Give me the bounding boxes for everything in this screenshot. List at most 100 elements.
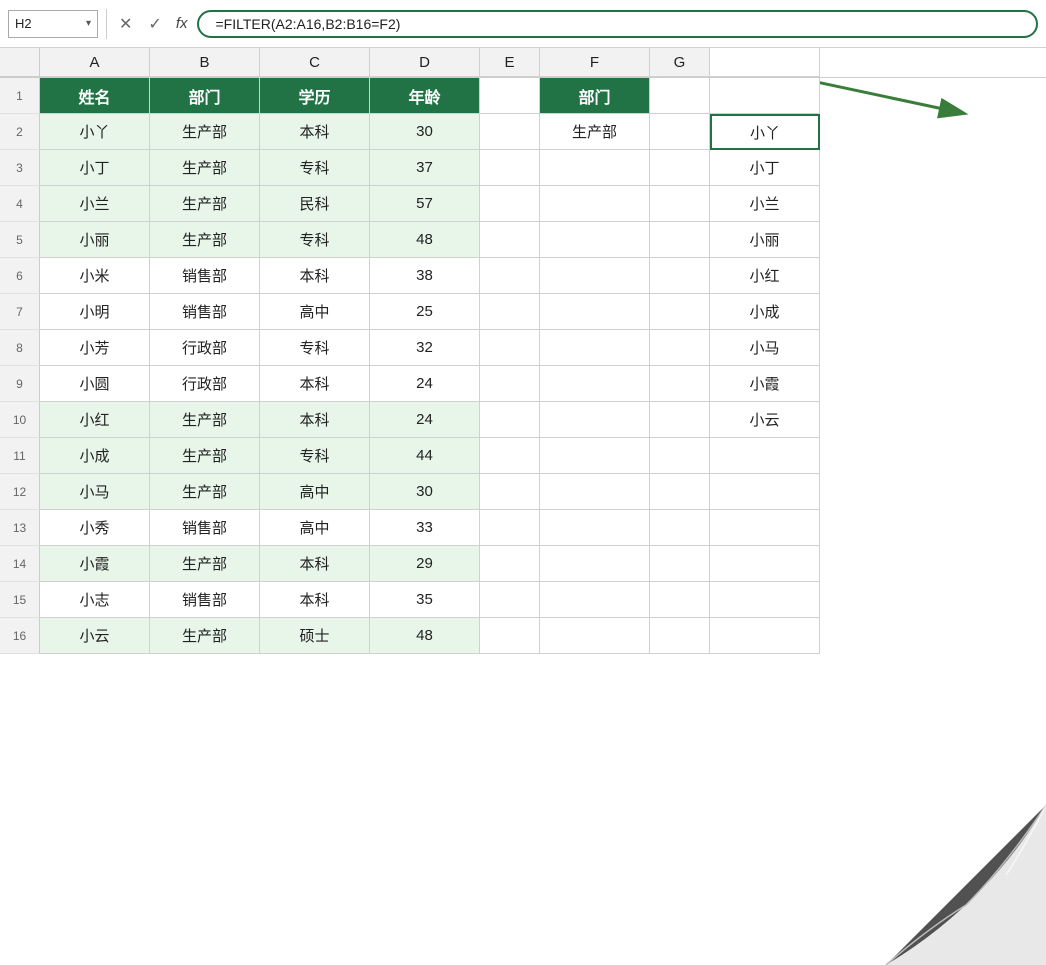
cell-d12[interactable]: 30	[370, 474, 480, 510]
cell-a11[interactable]: 小成	[40, 438, 150, 474]
cell-e4[interactable]	[480, 186, 540, 222]
cell-f5[interactable]	[540, 222, 650, 258]
cancel-icon[interactable]: ✕	[115, 12, 136, 36]
cell-h6[interactable]: 小红	[710, 258, 820, 294]
cell-f12[interactable]	[540, 474, 650, 510]
cell-e3[interactable]	[480, 150, 540, 186]
cell-f13[interactable]	[540, 510, 650, 546]
cell-g7[interactable]	[650, 294, 710, 330]
cell-e6[interactable]	[480, 258, 540, 294]
cell-d4[interactable]: 57	[370, 186, 480, 222]
cell-f16[interactable]	[540, 618, 650, 654]
cell-d11[interactable]: 44	[370, 438, 480, 474]
cell-g12[interactable]	[650, 474, 710, 510]
cell-a1[interactable]: 姓名	[40, 78, 150, 114]
cell-a6[interactable]: 小米	[40, 258, 150, 294]
cell-reference-box[interactable]: H2 ▾	[8, 10, 98, 38]
col-header-d[interactable]: D	[370, 48, 480, 77]
cell-d5[interactable]: 48	[370, 222, 480, 258]
cell-d9[interactable]: 24	[370, 366, 480, 402]
cell-h4[interactable]: 小兰	[710, 186, 820, 222]
cell-f14[interactable]	[540, 546, 650, 582]
cell-d13[interactable]: 33	[370, 510, 480, 546]
cell-h10[interactable]: 小云	[710, 402, 820, 438]
cell-d10[interactable]: 24	[370, 402, 480, 438]
cell-f9[interactable]	[540, 366, 650, 402]
cell-a10[interactable]: 小红	[40, 402, 150, 438]
cell-d7[interactable]: 25	[370, 294, 480, 330]
cell-c12[interactable]: 高中	[260, 474, 370, 510]
cell-c3[interactable]: 专科	[260, 150, 370, 186]
cell-c16[interactable]: 硕士	[260, 618, 370, 654]
cell-b1[interactable]: 部门	[150, 78, 260, 114]
cell-b2[interactable]: 生产部	[150, 114, 260, 150]
dropdown-icon[interactable]: ▾	[86, 18, 91, 29]
cell-g3[interactable]	[650, 150, 710, 186]
cell-b7[interactable]: 销售部	[150, 294, 260, 330]
cell-b11[interactable]: 生产部	[150, 438, 260, 474]
cell-c14[interactable]: 本科	[260, 546, 370, 582]
cell-h8[interactable]: 小马	[710, 330, 820, 366]
cell-f11[interactable]	[540, 438, 650, 474]
cell-g2[interactable]	[650, 114, 710, 150]
cell-b13[interactable]: 销售部	[150, 510, 260, 546]
cell-a9[interactable]: 小圆	[40, 366, 150, 402]
cell-a5[interactable]: 小丽	[40, 222, 150, 258]
cell-c10[interactable]: 本科	[260, 402, 370, 438]
cell-a13[interactable]: 小秀	[40, 510, 150, 546]
cell-b6[interactable]: 销售部	[150, 258, 260, 294]
cell-b8[interactable]: 行政部	[150, 330, 260, 366]
cell-g11[interactable]	[650, 438, 710, 474]
cell-f2[interactable]: 生产部	[540, 114, 650, 150]
cell-f3[interactable]	[540, 150, 650, 186]
cell-e12[interactable]	[480, 474, 540, 510]
cell-d3[interactable]: 37	[370, 150, 480, 186]
cell-g6[interactable]	[650, 258, 710, 294]
cell-a3[interactable]: 小丁	[40, 150, 150, 186]
cell-e10[interactable]	[480, 402, 540, 438]
cell-a7[interactable]: 小明	[40, 294, 150, 330]
cell-c2[interactable]: 本科	[260, 114, 370, 150]
cell-h7[interactable]: 小成	[710, 294, 820, 330]
col-header-g[interactable]: G	[650, 48, 710, 77]
cell-e7[interactable]	[480, 294, 540, 330]
cell-e1[interactable]	[480, 78, 540, 114]
cell-g14[interactable]	[650, 546, 710, 582]
cell-h13[interactable]	[710, 510, 820, 546]
cell-f7[interactable]	[540, 294, 650, 330]
cell-c15[interactable]: 本科	[260, 582, 370, 618]
cell-b4[interactable]: 生产部	[150, 186, 260, 222]
formula-input[interactable]: =FILTER(A2:A16,B2:B16=F2)	[197, 10, 1038, 38]
cell-g1[interactable]	[650, 78, 710, 114]
cell-d14[interactable]: 29	[370, 546, 480, 582]
cell-b10[interactable]: 生产部	[150, 402, 260, 438]
col-header-e[interactable]: E	[480, 48, 540, 77]
col-header-f[interactable]: F	[540, 48, 650, 77]
cell-h12[interactable]	[710, 474, 820, 510]
cell-g15[interactable]	[650, 582, 710, 618]
cell-g9[interactable]	[650, 366, 710, 402]
cell-g16[interactable]	[650, 618, 710, 654]
cell-g13[interactable]	[650, 510, 710, 546]
cell-c8[interactable]: 专科	[260, 330, 370, 366]
cell-f1[interactable]: 部门	[540, 78, 650, 114]
cell-c7[interactable]: 高中	[260, 294, 370, 330]
cell-d16[interactable]: 48	[370, 618, 480, 654]
cell-e14[interactable]	[480, 546, 540, 582]
cell-e2[interactable]	[480, 114, 540, 150]
cell-d15[interactable]: 35	[370, 582, 480, 618]
cell-h14[interactable]	[710, 546, 820, 582]
cell-a14[interactable]: 小霞	[40, 546, 150, 582]
cell-b14[interactable]: 生产部	[150, 546, 260, 582]
cell-h1[interactable]: 姓名	[710, 78, 820, 114]
cell-h11[interactable]	[710, 438, 820, 474]
cell-e8[interactable]	[480, 330, 540, 366]
cell-h16[interactable]	[710, 618, 820, 654]
cell-b9[interactable]: 行政部	[150, 366, 260, 402]
cell-c13[interactable]: 高中	[260, 510, 370, 546]
check-icon[interactable]: ✓	[144, 12, 165, 36]
cell-c11[interactable]: 专科	[260, 438, 370, 474]
col-header-h[interactable]: H	[710, 48, 820, 77]
cell-d1[interactable]: 年龄	[370, 78, 480, 114]
cell-e9[interactable]	[480, 366, 540, 402]
